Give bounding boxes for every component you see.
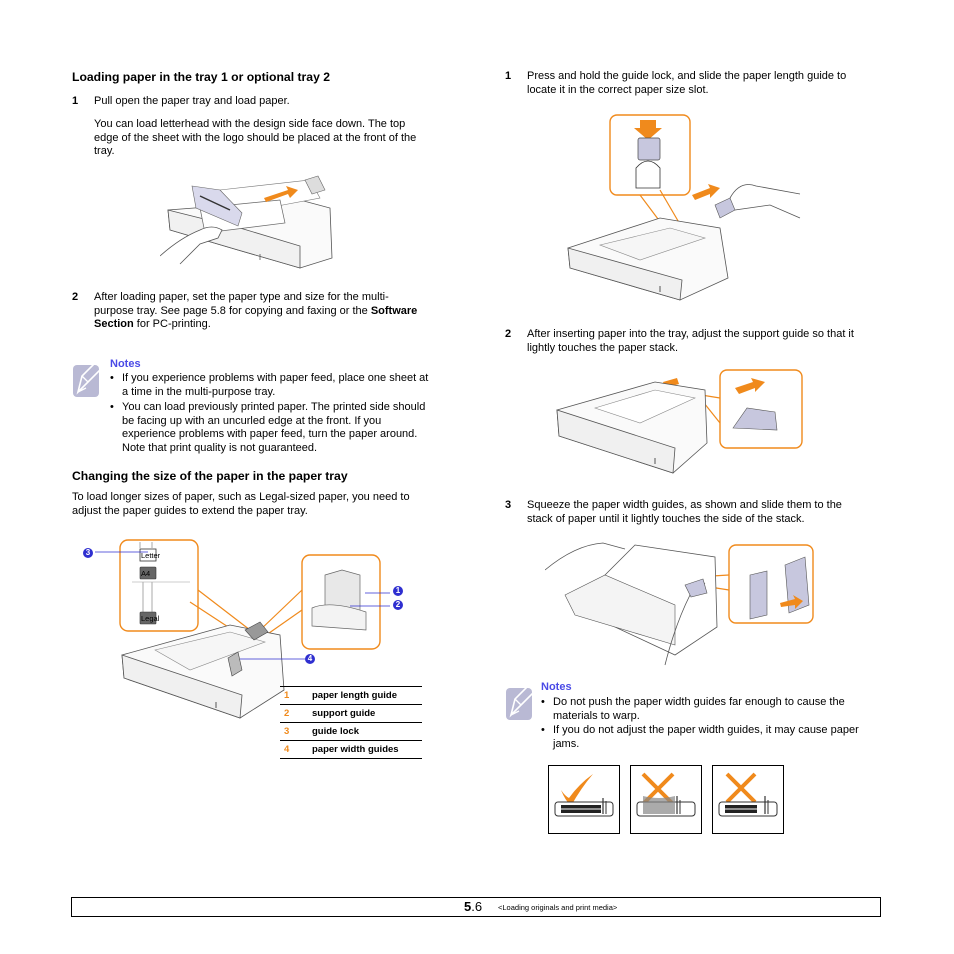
chapter-title: <Loading originals and print media> [498, 903, 618, 912]
software-section-emphasis: Software [370, 304, 418, 317]
left-step-1: 1 Pull open the paper tray and load pape… [72, 95, 452, 109]
step-number: 1 [505, 70, 512, 82]
bullet-text: Do not push the paper width guides far e… [553, 696, 845, 722]
step-text: Squeeze the paper width guides, as shown… [527, 499, 842, 525]
bullet-dot: • [541, 724, 545, 736]
step-text: After inserting paper into the tray, adj… [527, 328, 854, 354]
legend-row: 4 paper width guides [280, 740, 422, 759]
step-text: After loading paper, set the paper type … [94, 291, 454, 332]
bullet-text: You can load previously printed paper. T… [122, 401, 426, 454]
cross-icon [636, 772, 696, 817]
checkmark-icon [554, 774, 614, 817]
text-part: After loading paper, set the paper type … [94, 291, 389, 303]
page-footer: 5.6 <Loading originals and print media> [71, 897, 881, 917]
bullet-text: If you experience problems with paper fe… [122, 372, 429, 398]
paragraph-line: To load longer sizes of paper, such as L… [72, 491, 410, 503]
bullet-dot: • [110, 372, 114, 384]
letterhead-paragraph: You can load letterhead with the design … [94, 118, 464, 159]
cross-icon [718, 772, 778, 817]
right-step-2: 2 After inserting paper into the tray, a… [505, 328, 885, 356]
step-number: 2 [505, 328, 512, 340]
callout-3: 3 [83, 548, 93, 558]
notes-title: Notes [541, 681, 572, 693]
changing-size-intro: To load longer sizes of paper, such as L… [72, 491, 452, 518]
size-label-legal: Legal [141, 614, 160, 623]
step-number: 1 [72, 95, 79, 107]
legend-row: 3 guide lock [280, 722, 422, 741]
paragraph-line: tray. [94, 145, 115, 157]
width-guides-illustration [545, 535, 817, 667]
bullet-text: If you do not adjust the paper width gui… [553, 724, 859, 750]
size-label-letter: Letter [141, 551, 161, 560]
right-step-3: 3 Squeeze the paper width guides, as sho… [505, 499, 885, 527]
text-part: purpose tray. See page 5.8 for copying a… [94, 304, 371, 317]
notes-icon [505, 685, 541, 721]
paragraph-line: You can load letterhead with the design … [94, 118, 406, 130]
step-number: 3 [505, 499, 512, 511]
support-guide-illustration [555, 368, 805, 480]
notes-title: Notes [110, 358, 141, 370]
example-incorrect-loose [712, 765, 784, 834]
page-suffix: .6 [471, 899, 483, 914]
text-part: for PC-printing. [133, 318, 211, 330]
note-bullet: • Do not push the paper width guides far… [541, 696, 891, 724]
section-heading-changing-size: Changing the size of the paper in the pa… [72, 469, 348, 483]
software-section-emphasis: Section [94, 318, 134, 330]
paragraph-line: adjust the paper guides to extend the pa… [72, 504, 308, 517]
parts-legend-table: 1 paper length guide 2 support guide 3 guid… [280, 686, 422, 759]
legend-row: 2 support guide [280, 704, 422, 723]
callout-4: 4 [305, 654, 315, 664]
load-paper-illustration [160, 168, 360, 273]
guide-lock-illustration [560, 110, 805, 302]
callout-1: 1 [393, 586, 403, 596]
example-incorrect-warped [630, 765, 702, 834]
legend-row: 1 paper length guide [280, 686, 422, 705]
notes-icon [72, 362, 108, 398]
callout-2: 2 [393, 600, 403, 610]
right-step-1: 1 Press and hold the guide lock, and sli… [505, 70, 885, 98]
size-label-a4: A4 [141, 569, 151, 578]
example-correct [548, 765, 620, 834]
step-number: 2 [72, 291, 79, 303]
paragraph-line: edge of the sheet with the logo should b… [94, 131, 417, 144]
note-bullet: • If you experience problems with paper … [110, 372, 460, 400]
bullet-dot: • [110, 401, 114, 413]
bullet-dot: • [541, 696, 545, 708]
page-number: 5.6 [464, 899, 482, 914]
section-heading-loading-paper: Loading paper in the tray 1 or optional … [72, 70, 331, 84]
step-text: Press and hold the guide lock, and slide… [527, 70, 847, 96]
note-bullet: • You can load previously printed paper.… [110, 401, 460, 457]
step-text: Pull open the paper tray and load paper. [94, 95, 290, 107]
left-step-2: 2 After loading paper, set the paper typ… [72, 291, 452, 333]
note-bullet: • If you do not adjust the paper width g… [541, 724, 891, 752]
